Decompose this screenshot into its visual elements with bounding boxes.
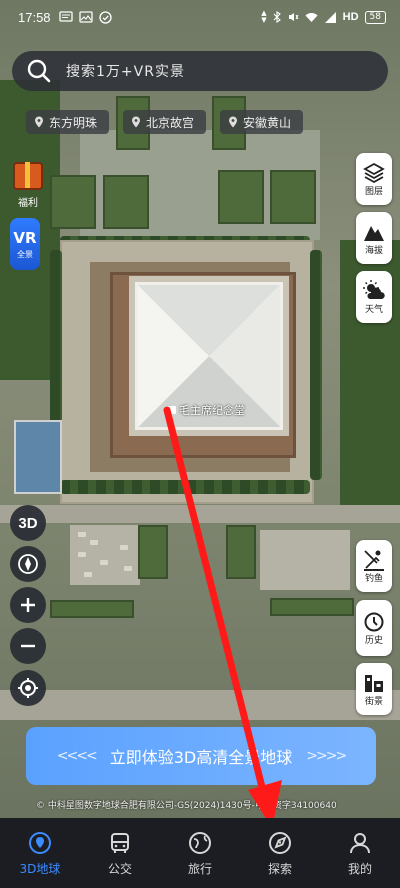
image-icon xyxy=(78,10,93,23)
nav-3d-earth[interactable]: 3D地球 xyxy=(0,818,80,888)
layers-label: 图层 xyxy=(364,187,383,197)
nav-travel[interactable]: 旅行 xyxy=(160,818,240,888)
layers-button[interactable]: 图层 xyxy=(356,153,392,205)
nav-mine[interactable]: 我的 xyxy=(320,818,400,888)
banner-left-arrows: <<<< xyxy=(56,748,98,764)
fishing-button[interactable]: 钓鱼 xyxy=(356,540,392,592)
3d-label: 3D xyxy=(18,514,38,532)
chip-destination[interactable]: 安徽黄山 xyxy=(220,110,304,134)
search-placeholder: 搜索1万+VR实景 xyxy=(66,64,185,80)
signal-icon xyxy=(324,11,336,23)
banner-right-arrows: >>>> xyxy=(306,748,347,764)
nav-label: 3D地球 xyxy=(19,861,61,876)
weather-label: 天气 xyxy=(364,305,383,315)
vr-sublabel: 全景 xyxy=(17,249,33,259)
street-view-button[interactable]: 街景 xyxy=(356,663,392,715)
nav-label: 旅行 xyxy=(187,861,212,876)
minus-icon xyxy=(21,644,35,648)
status-time: 17:58 xyxy=(18,9,51,25)
user-icon xyxy=(350,832,370,853)
location-pin-icon xyxy=(35,116,43,128)
bus-icon xyxy=(111,832,129,853)
fishing-icon xyxy=(364,550,384,571)
3d-toggle-button[interactable]: 3D xyxy=(10,505,46,541)
history-label: 历史 xyxy=(364,636,383,646)
elevation-button[interactable]: 海拔 xyxy=(356,212,392,264)
history-icon xyxy=(364,612,384,632)
location-pin-icon xyxy=(229,116,238,128)
network-type: HD xyxy=(342,11,359,23)
bluetooth-icon xyxy=(273,11,281,23)
mountain-icon xyxy=(364,226,384,241)
nav-explore[interactable]: 探索 xyxy=(240,818,320,888)
treasure-chest-icon xyxy=(13,162,43,190)
check-circle-icon xyxy=(98,10,112,24)
quick-destinations: 东方明珠 北京故宫 安徽黄山 xyxy=(26,110,386,134)
vr-panorama-button[interactable]: VR 全景 xyxy=(10,218,40,270)
chip-label: 东方明珠 xyxy=(49,115,98,130)
compass-icon xyxy=(18,554,38,574)
buildings-icon xyxy=(365,675,383,692)
nav-label: 公交 xyxy=(107,861,132,876)
status-bar: 17:58 ▲ ▼ HD 58 xyxy=(0,0,400,34)
chip-label: 北京故宫 xyxy=(146,115,195,130)
banner-text: 立即体验3D高清全景地球 xyxy=(109,748,293,767)
vr-label: VR xyxy=(13,228,37,247)
zoom-in-button[interactable] xyxy=(10,587,46,623)
message-icon xyxy=(58,10,73,22)
landmark-marker[interactable]: 毛主席纪念堂 xyxy=(166,402,245,418)
compass-globe-icon xyxy=(189,831,211,854)
search-icon xyxy=(27,59,51,83)
chip-label: 安徽黄山 xyxy=(243,115,292,130)
explore-icon xyxy=(269,831,291,854)
landmark-label: 毛主席纪念堂 xyxy=(179,404,245,417)
elevation-label: 海拔 xyxy=(364,246,383,256)
weather-icon xyxy=(363,280,385,299)
landmark-icon xyxy=(166,406,176,414)
fishing-label: 钓鱼 xyxy=(364,574,383,584)
locate-icon xyxy=(18,678,38,698)
network-speed: ▲ ▼ xyxy=(261,9,267,24)
chip-destination[interactable]: 东方明珠 xyxy=(26,110,110,134)
welfare-button[interactable]: 福利 xyxy=(10,162,46,210)
street-view-label: 街景 xyxy=(364,697,383,707)
chip-destination[interactable]: 北京故宫 xyxy=(123,110,207,134)
locate-button[interactable] xyxy=(10,670,46,706)
layers-icon xyxy=(363,162,385,184)
plus-icon xyxy=(21,598,35,612)
map-copyright: © 中科星图数字地球合肥有限公司-GS(2024)1430号-甲测资字34100… xyxy=(36,801,337,811)
search-bar[interactable]: 搜索1万+VR实景 xyxy=(12,51,388,91)
wifi-icon xyxy=(305,12,318,22)
history-button[interactable]: 历史 xyxy=(356,600,392,656)
weather-button[interactable]: 天气 xyxy=(356,271,392,323)
mute-icon xyxy=(288,13,299,21)
nav-label: 我的 xyxy=(347,861,372,876)
location-pin-icon xyxy=(132,116,141,128)
zoom-out-button[interactable] xyxy=(10,628,46,664)
nav-bus[interactable]: 公交 xyxy=(80,818,160,888)
globe-pin-icon xyxy=(29,831,51,854)
nav-label: 探索 xyxy=(267,861,292,876)
experience-3d-banner[interactable]: <<<< 立即体验3D高清全景地球 >>>> xyxy=(26,727,376,785)
welfare-label: 福利 xyxy=(18,198,38,209)
compass-button[interactable] xyxy=(10,546,46,582)
bottom-navigation: 3D地球 公交 旅行 探索 我的 xyxy=(0,818,400,888)
battery-indicator: 58 xyxy=(364,10,386,24)
